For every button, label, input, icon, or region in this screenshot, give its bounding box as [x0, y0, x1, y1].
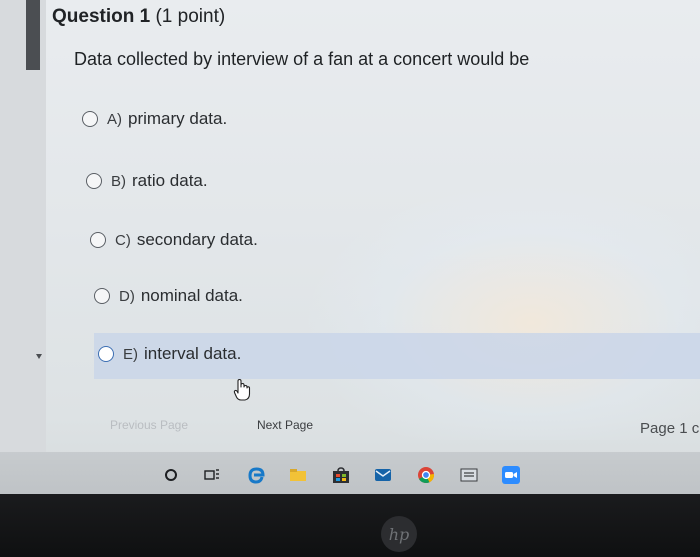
edge-icon[interactable] [247, 466, 265, 484]
zoom-icon[interactable] [502, 466, 520, 484]
radio-button[interactable] [82, 111, 98, 127]
option-letter: B) [111, 172, 126, 190]
option-letter: C) [115, 231, 131, 249]
option-c[interactable]: C) secondary data. [90, 225, 258, 255]
option-b[interactable]: B) ratio data. [86, 166, 208, 196]
option-letter: D) [119, 287, 135, 305]
file-explorer-icon[interactable] [289, 466, 307, 484]
question-number: Question 1 [52, 6, 151, 27]
radio-button[interactable] [98, 346, 114, 362]
taskbar [0, 452, 700, 494]
question-status-accent [26, 0, 40, 70]
task-view-icon[interactable] [203, 466, 221, 484]
laptop-bezel [0, 494, 700, 557]
page-indicator: Page 1 c [640, 420, 700, 437]
hp-logo: hp [381, 516, 417, 552]
question-title: Question 1 (1 point) [52, 6, 225, 28]
option-letter: E) [123, 345, 138, 363]
option-letter: A) [107, 110, 122, 128]
news-icon[interactable] [460, 466, 478, 484]
option-text: interval data. [144, 344, 242, 363]
next-page-button[interactable]: Next Page [240, 416, 330, 434]
option-d[interactable]: D) nominal data. [94, 281, 243, 311]
radio-button[interactable] [86, 173, 102, 189]
radio-button[interactable] [90, 232, 106, 248]
store-icon[interactable] [332, 466, 350, 484]
question-prompt: Data collected by interview of a fan at … [74, 49, 530, 69]
mail-icon[interactable] [374, 466, 392, 484]
chrome-icon[interactable] [417, 466, 435, 484]
option-e[interactable]: E) interval data. [98, 339, 241, 369]
option-text: secondary data. [136, 230, 258, 249]
option-text: primary data. [128, 109, 228, 128]
previous-page-button[interactable]: Previous Page [104, 416, 194, 434]
search-icon[interactable] [162, 466, 180, 484]
option-text: ratio data. [132, 171, 208, 190]
hand-cursor-icon [233, 378, 251, 401]
question-points: (1 point) [155, 6, 226, 27]
radio-button[interactable] [94, 288, 110, 304]
option-a[interactable]: A) primary data. [82, 104, 227, 134]
caret-down-icon[interactable] [36, 354, 42, 359]
option-text: nominal data. [140, 286, 243, 305]
screen-glare [300, 180, 700, 440]
